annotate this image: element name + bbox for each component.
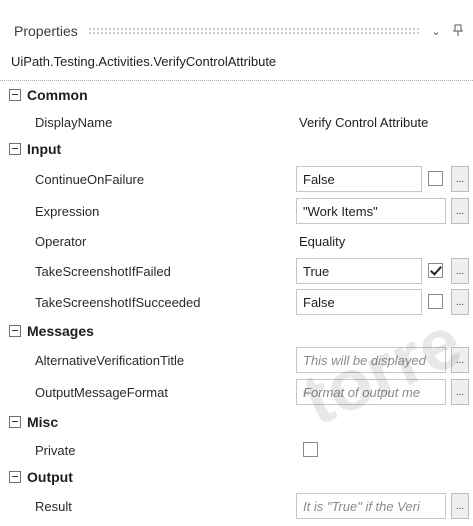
properties-panel-header: Properties ⌄ <box>0 16 473 46</box>
collapse-icon[interactable] <box>9 89 21 101</box>
collapse-icon[interactable] <box>9 416 21 428</box>
property-label: OutputMessageFormat <box>35 384 168 400</box>
category-input[interactable]: Input <box>0 138 473 160</box>
property-row-expression: Expression "Work Items" ... <box>0 196 473 226</box>
operator-value[interactable]: Equality <box>299 227 345 255</box>
category-common[interactable]: Common <box>0 84 473 106</box>
property-row-outputmessageformat: OutputMessageFormat Format of output me … <box>0 377 473 407</box>
takescreenshotifsucceeded-checkbox[interactable] <box>428 294 443 309</box>
property-row-operator: Operator Equality <box>0 227 473 255</box>
category-label: Messages <box>27 323 94 339</box>
collapse-icon[interactable] <box>9 471 21 483</box>
property-label: TakeScreenshotIfFailed <box>35 263 171 279</box>
property-label: TakeScreenshotIfSucceeded <box>35 294 201 310</box>
category-label: Common <box>27 87 88 103</box>
property-row-alternativeverificationtitle: AlternativeVerificationTitle This will b… <box>0 345 473 375</box>
property-label: Expression <box>35 203 100 219</box>
category-messages[interactable]: Messages <box>0 320 473 342</box>
category-label: Input <box>27 141 62 157</box>
category-label: Output <box>27 469 73 485</box>
category-label: Misc <box>27 414 59 430</box>
collapse-icon[interactable] <box>9 143 21 155</box>
property-row-private: Private <box>0 436 473 464</box>
takescreenshotiffailed-ellipsis-button[interactable]: ... <box>451 258 469 284</box>
continueonfailure-field[interactable]: False <box>296 166 422 192</box>
chevron-down-icon[interactable]: ⌄ <box>429 25 443 38</box>
expression-field[interactable]: "Work Items" <box>296 198 446 224</box>
category-output[interactable]: Output <box>0 466 473 488</box>
takescreenshotifsucceeded-field[interactable]: False <box>296 289 422 315</box>
takescreenshotifsucceeded-ellipsis-button[interactable]: ... <box>451 289 469 315</box>
result-field[interactable]: It is "True" if the Veri <box>296 493 446 519</box>
property-label: ContinueOnFailure <box>35 171 145 187</box>
alternativeverificationtitle-ellipsis-button[interactable]: ... <box>451 347 469 373</box>
property-row-result: Result It is "True" if the Veri ... <box>0 491 473 521</box>
drag-grip[interactable] <box>87 27 421 35</box>
pin-icon[interactable] <box>451 24 465 39</box>
property-row-continueonfailure: ContinueOnFailure False ... <box>0 164 473 194</box>
divider <box>0 80 473 81</box>
property-label: Result <box>35 498 72 514</box>
continueonfailure-checkbox[interactable] <box>428 171 443 186</box>
takescreenshotiffailed-field[interactable]: True <box>296 258 422 284</box>
property-label: AlternativeVerificationTitle <box>35 352 185 368</box>
takescreenshotiffailed-checkbox[interactable] <box>428 263 443 278</box>
panel-title: Properties <box>14 23 78 39</box>
outputmessageformat-ellipsis-button[interactable]: ... <box>451 379 469 405</box>
property-label: Operator <box>35 233 87 249</box>
private-checkbox[interactable] <box>303 442 318 457</box>
result-ellipsis-button[interactable]: ... <box>451 493 469 519</box>
alternativeverificationtitle-field[interactable]: This will be displayed <box>296 347 446 373</box>
property-label: Private <box>35 442 76 458</box>
continueonfailure-ellipsis-button[interactable]: ... <box>451 166 469 192</box>
expression-ellipsis-button[interactable]: ... <box>451 198 469 224</box>
property-row-takescreenshotifsucceeded: TakeScreenshotIfSucceeded False ... <box>0 287 473 317</box>
displayname-value[interactable]: Verify Control Attribute <box>299 107 428 137</box>
activity-type-name: UiPath.Testing.Activities.VerifyControlA… <box>11 54 277 69</box>
collapse-icon[interactable] <box>9 325 21 337</box>
outputmessageformat-field[interactable]: Format of output me <box>296 379 446 405</box>
property-row-takescreenshotiffailed: TakeScreenshotIfFailed True ... <box>0 256 473 286</box>
property-label: DisplayName <box>35 114 113 130</box>
category-misc[interactable]: Misc <box>0 411 473 433</box>
property-row-displayname: DisplayName Verify Control Attribute <box>0 107 473 137</box>
